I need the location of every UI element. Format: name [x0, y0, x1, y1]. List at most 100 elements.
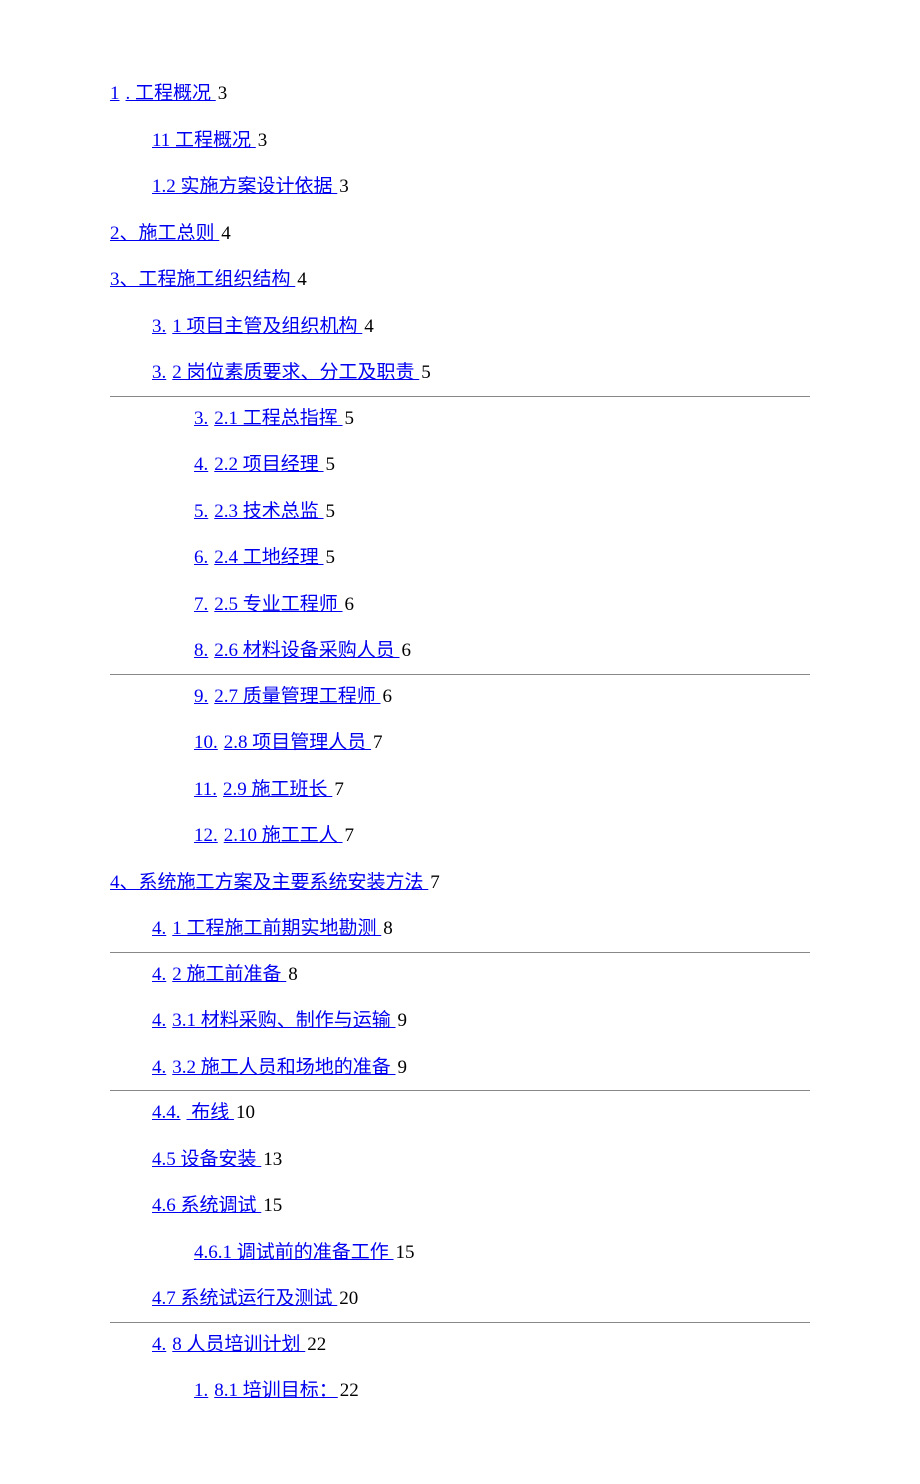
toc-prefix[interactable]: 4. [152, 918, 166, 939]
toc-page-number: 4 [221, 223, 231, 244]
toc-page-number: 9 [398, 1057, 408, 1078]
toc-prefix[interactable]: 12. [194, 825, 218, 846]
toc-link[interactable]: 2.6 材料设备采购人员 [214, 640, 399, 661]
toc-prefix[interactable]: 4. [152, 1334, 166, 1355]
toc-link[interactable]: 2.9 施工班长 [223, 779, 332, 800]
toc-prefix[interactable]: 4. [152, 964, 166, 985]
toc-entry: 4.2 施工前准备 8 [110, 961, 810, 990]
toc-link[interactable]: 4.6 系统调试 [152, 1195, 261, 1216]
toc-entry: 1. 工程概况 3 [110, 80, 810, 109]
toc-entry: 11 工程概况 3 [110, 127, 810, 156]
toc-page-number: 7 [345, 825, 355, 846]
toc-prefix[interactable]: 4.4. [152, 1102, 181, 1123]
divider [110, 1322, 810, 1323]
toc-entry: 3、工程施工组织结构 4 [110, 266, 810, 295]
toc-link[interactable]: 2.4 工地经理 [214, 547, 323, 568]
toc-page-number: 5 [345, 408, 355, 429]
toc-entry: 1.2 实施方案设计依据 3 [110, 173, 810, 202]
toc-link[interactable]: 1.2 实施方案设计依据 [152, 176, 337, 197]
toc-entry: 4.6 系统调试 15 [110, 1192, 810, 1221]
toc-prefix[interactable]: 1 [110, 83, 120, 104]
toc-link[interactable]: 2.1 工程总指挥 [214, 408, 342, 429]
toc-entry: 4. 3.1 材料采购、制作与运输 9 [110, 1007, 810, 1036]
divider [110, 674, 810, 675]
toc-page-number: 3 [339, 176, 349, 197]
toc-page-number: 6 [383, 686, 393, 707]
toc-entry: 4. 3.2 施工人员和场地的准备 9 [110, 1054, 810, 1083]
toc-prefix[interactable]: 1. [194, 1380, 208, 1401]
toc-entry: 10.2.8 项目管理人员 7 [110, 729, 810, 758]
toc-link[interactable]: 8.1 培训目标： [214, 1380, 338, 1401]
toc-link[interactable]: 2、施工总则 [110, 223, 219, 244]
toc-page-number: 22 [307, 1334, 326, 1355]
toc-entry: 2、施工总则 4 [110, 220, 810, 249]
toc-page-number: 6 [345, 594, 355, 615]
toc-entry: 5. 2.3 技术总监 5 [110, 498, 810, 527]
toc-entry: 3. 2 岗位素质要求、分工及职责 5 [110, 359, 810, 388]
toc-link[interactable]: 2.3 技术总监 [214, 501, 323, 522]
toc-link[interactable]: 1 工程施工前期实地勘测 [172, 918, 381, 939]
toc-entry: 8. 2.6 材料设备采购人员 6 [110, 637, 810, 666]
toc-entry: 4、系统施工方案及主要系统安装方法 7 [110, 869, 810, 898]
divider [110, 1090, 810, 1091]
toc-prefix[interactable]: 3. [152, 362, 166, 383]
toc-page-number: 10 [236, 1102, 255, 1123]
toc-entry: 4.4. 布线 10 [110, 1099, 810, 1128]
toc-link[interactable]: 2 施工前准备 [172, 964, 286, 985]
toc-page-number: 4 [297, 269, 307, 290]
toc-link[interactable]: 11 工程概况 [152, 130, 256, 151]
toc-prefix[interactable]: 11. [194, 779, 217, 800]
toc-prefix[interactable]: 10. [194, 732, 218, 753]
toc-link[interactable]: 8 人员培训计划 [172, 1334, 305, 1355]
toc-link[interactable]: 4.5 设备安装 [152, 1149, 261, 1170]
divider [110, 952, 810, 953]
toc-entry: 11.2.9 施工班长 7 [110, 776, 810, 805]
toc-prefix[interactable]: 4. [194, 454, 208, 475]
toc-page-number: 6 [402, 640, 412, 661]
toc-link[interactable]: 4.6.1 调试前的准备工作 [194, 1242, 394, 1263]
table-of-contents: 1 . 工程概况 3 11 工程概况 3 1.2 实施方案设计依据 3 2、施工总则 4… [110, 80, 810, 1406]
toc-prefix[interactable]: 3. [152, 316, 166, 337]
toc-link[interactable]: 2.5 专业工程师 [214, 594, 342, 615]
toc-entry: 4.7 系统试运行及测试 20 [110, 1285, 810, 1314]
toc-entry: 6.2.4 工地经理 5 [110, 544, 810, 573]
toc-page-number: 5 [326, 501, 336, 522]
toc-link[interactable]: 4.7 系统试运行及测试 [152, 1288, 337, 1309]
toc-prefix[interactable]: 5. [194, 501, 208, 522]
toc-page-number: 5 [421, 362, 431, 383]
toc-entry: 1.8.1 培训目标：22 [110, 1377, 810, 1406]
toc-page-number: 9 [398, 1010, 408, 1031]
toc-link[interactable]: 1 项目主管及组织机构 [172, 316, 362, 337]
toc-link[interactable]: 2.8 项目管理人员 [224, 732, 371, 753]
toc-entry: 4. 8 人员培训计划 22 [110, 1331, 810, 1360]
toc-link[interactable]: 布线 [187, 1102, 235, 1123]
toc-link[interactable]: 2.2 项目经理 [214, 454, 323, 475]
toc-entry: 12. 2.10 施工工人 7 [110, 822, 810, 851]
toc-link[interactable]: 2 岗位素质要求、分工及职责 [172, 362, 419, 383]
toc-link[interactable]: . 工程概况 [126, 83, 216, 104]
toc-prefix[interactable]: 6. [194, 547, 208, 568]
toc-link[interactable]: 3.1 材料采购、制作与运输 [172, 1010, 395, 1031]
toc-link[interactable]: 2.10 施工工人 [224, 825, 343, 846]
toc-link[interactable]: 3.2 施工人员和场地的准备 [172, 1057, 395, 1078]
toc-entry: 4. 1 工程施工前期实地勘测 8 [110, 915, 810, 944]
toc-page-number: 7 [430, 872, 440, 893]
toc-prefix[interactable]: 3. [194, 408, 208, 429]
toc-page-number: 15 [396, 1242, 415, 1263]
toc-prefix[interactable]: 9. [194, 686, 208, 707]
toc-page-number: 20 [339, 1288, 358, 1309]
toc-entry: 3.1 项目主管及组织机构 4 [110, 313, 810, 342]
toc-page-number: 5 [326, 454, 336, 475]
toc-link[interactable]: 4、系统施工方案及主要系统安装方法 [110, 872, 428, 893]
toc-prefix[interactable]: 4. [152, 1010, 166, 1031]
divider [110, 396, 810, 397]
toc-prefix[interactable]: 8. [194, 640, 208, 661]
toc-prefix[interactable]: 7. [194, 594, 208, 615]
toc-entry: 9. 2.7 质量管理工程师 6 [110, 683, 810, 712]
toc-entry: 4.6.1 调试前的准备工作 15 [110, 1239, 810, 1268]
toc-link[interactable]: 2.7 质量管理工程师 [214, 686, 380, 707]
toc-prefix[interactable]: 4. [152, 1057, 166, 1078]
toc-page-number: 8 [383, 918, 393, 939]
toc-link[interactable]: 3、工程施工组织结构 [110, 269, 295, 290]
toc-page-number: 13 [263, 1149, 282, 1170]
